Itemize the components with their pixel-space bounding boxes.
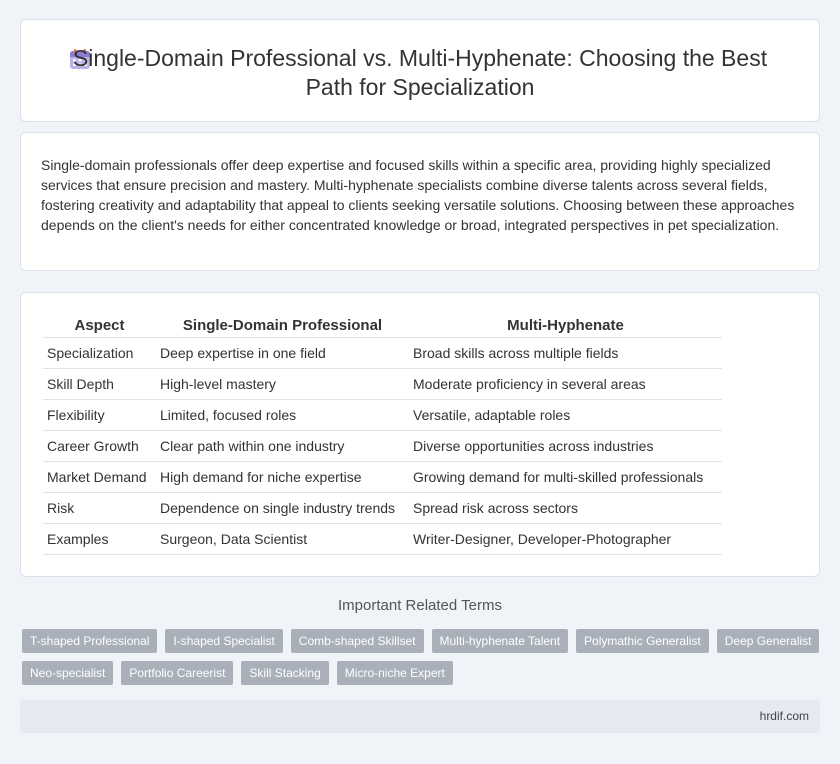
table-row: Risk Dependence on single industry trend… bbox=[43, 493, 722, 524]
related-term-tag[interactable]: I-shaped Specialist bbox=[165, 629, 283, 653]
table-cell-single: Clear path within one industry bbox=[156, 431, 409, 462]
table-row: Flexibility Limited, focused roles Versa… bbox=[43, 400, 722, 431]
header-aspect: Aspect bbox=[43, 314, 156, 338]
title-card: Single-Domain Professional vs. Multi-Hyp… bbox=[20, 19, 820, 122]
table-cell-multi: Spread risk across sectors bbox=[409, 493, 722, 524]
table-cell-multi: Broad skills across multiple fields bbox=[409, 338, 722, 369]
related-term-tag[interactable]: Multi-hyphenate Talent bbox=[431, 629, 569, 653]
table-cell-aspect: Specialization bbox=[43, 338, 156, 369]
related-term-tag[interactable]: Polymathic Generalist bbox=[576, 629, 709, 653]
related-term-tag[interactable]: Neo-specialist bbox=[22, 661, 114, 685]
page-title: Single-Domain Professional vs. Multi-Hyp… bbox=[72, 45, 768, 100]
related-term-tag[interactable]: Comb-shaped Skillset bbox=[290, 629, 424, 653]
intro-card: Single-domain professionals offer deep e… bbox=[20, 132, 820, 271]
footer: hrdif.com bbox=[20, 700, 820, 733]
related-term-tag[interactable]: T-shaped Professional bbox=[22, 629, 158, 653]
table-cell-aspect: Flexibility bbox=[43, 400, 156, 431]
table-row: Specialization Deep expertise in one fie… bbox=[43, 338, 722, 369]
table-cell-multi: Moderate proficiency in several areas bbox=[409, 369, 722, 400]
table-row: Examples Surgeon, Data Scientist Writer-… bbox=[43, 524, 722, 555]
table-cell-aspect: Market Demand bbox=[43, 462, 156, 493]
related-term-tag[interactable]: Micro-niche Expert bbox=[336, 661, 453, 685]
table-row: Market Demand High demand for niche expe… bbox=[43, 462, 722, 493]
table-cell-single: Deep expertise in one field bbox=[156, 338, 409, 369]
header-multi-hyphenate: Multi-Hyphenate bbox=[409, 314, 722, 338]
related-term-tag[interactable]: Deep Generalist bbox=[716, 629, 820, 653]
table-cell-aspect: Risk bbox=[43, 493, 156, 524]
comparison-table: Aspect Single-Domain Professional Multi-… bbox=[43, 314, 722, 555]
footer-brand[interactable]: hrdif.com bbox=[760, 709, 809, 723]
related-terms-list: T-shaped Professional I-shaped Specialis… bbox=[22, 629, 822, 685]
table-cell-multi: Writer-Designer, Developer-Photographer bbox=[409, 524, 722, 555]
table-row: Career Growth Clear path within one indu… bbox=[43, 431, 722, 462]
table-cell-single: Surgeon, Data Scientist bbox=[156, 524, 409, 555]
table-cell-multi: Growing demand for multi-skilled profess… bbox=[409, 462, 722, 493]
table-cell-aspect: Skill Depth bbox=[43, 369, 156, 400]
related-terms-heading: Important Related Terms bbox=[338, 597, 502, 614]
table-row: Skill Depth High-level mastery Moderate … bbox=[43, 369, 722, 400]
intro-paragraph: Single-domain professionals offer deep e… bbox=[41, 157, 795, 233]
table-cell-single: High demand for niche expertise bbox=[156, 462, 409, 493]
header-single-domain: Single-Domain Professional bbox=[156, 314, 409, 338]
table-cell-multi: Versatile, adaptable roles bbox=[409, 400, 722, 431]
related-term-tag[interactable]: Portfolio Careerist bbox=[121, 661, 234, 685]
table-cell-aspect: Examples bbox=[43, 524, 156, 555]
table-cell-multi: Diverse opportunities across industries bbox=[409, 431, 722, 462]
table-cell-single: High-level mastery bbox=[156, 369, 409, 400]
table-cell-aspect: Career Growth bbox=[43, 431, 156, 462]
table-cell-single: Dependence on single industry trends bbox=[156, 493, 409, 524]
comparison-table-card: Aspect Single-Domain Professional Multi-… bbox=[20, 292, 820, 577]
table-header-row: Aspect Single-Domain Professional Multi-… bbox=[43, 314, 722, 338]
table-cell-single: Limited, focused roles bbox=[156, 400, 409, 431]
related-term-tag[interactable]: Skill Stacking bbox=[241, 661, 329, 685]
